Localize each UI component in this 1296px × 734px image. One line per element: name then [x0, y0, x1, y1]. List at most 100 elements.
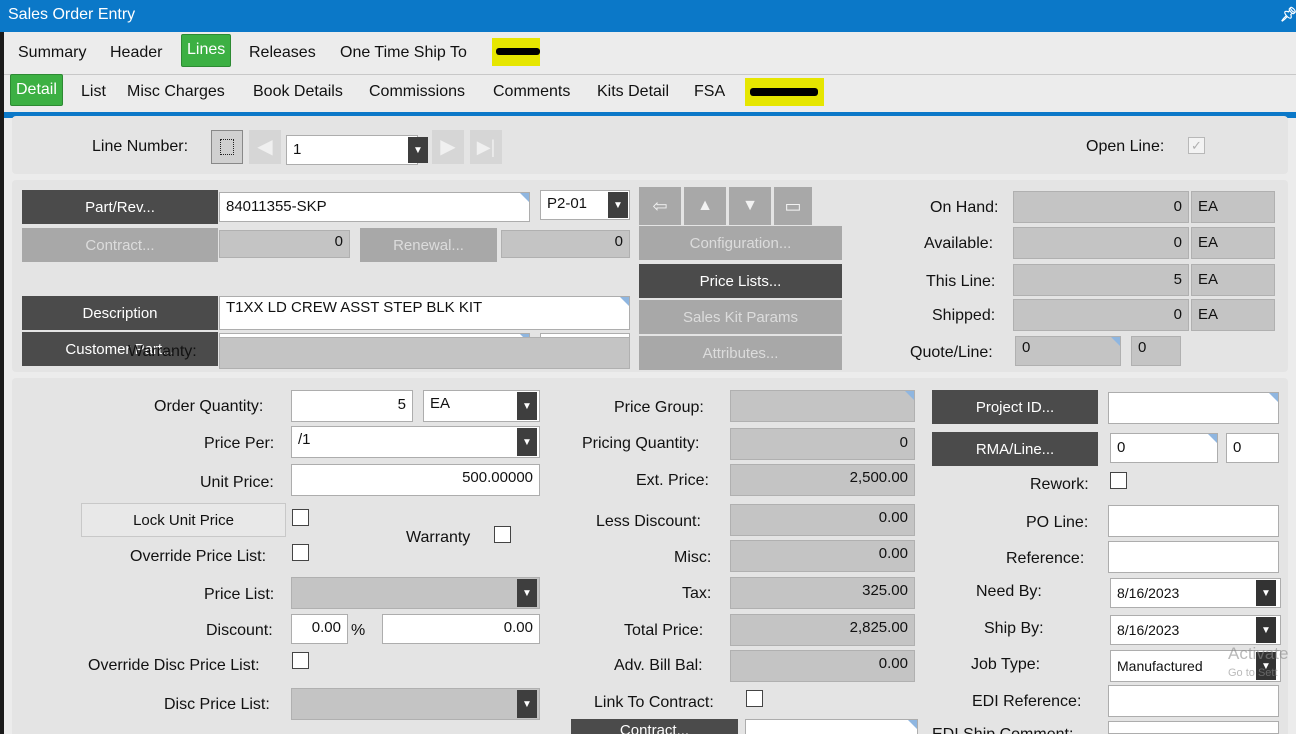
redaction-mark: [750, 88, 818, 96]
tab-header[interactable]: Header: [110, 41, 162, 65]
job-type-label: Job Type:: [971, 656, 1041, 673]
tab-one-time-ship-to[interactable]: One Time Ship To: [340, 41, 467, 65]
edi-ship-comment-label: EDI Ship Comment:: [932, 726, 1073, 734]
configuration-button: Configuration...: [639, 226, 842, 260]
window-title: Sales Order Entry: [8, 6, 136, 23]
attributes-button: Attributes...: [639, 336, 842, 370]
move-down-icon: ▼: [729, 187, 771, 225]
chevron-down-icon[interactable]: ▼: [608, 192, 628, 218]
subtab-misc-charges[interactable]: Misc Charges: [127, 80, 225, 104]
rework-checkbox[interactable]: [1110, 472, 1127, 489]
project-id-input[interactable]: [1108, 392, 1279, 424]
subtab-detail[interactable]: Detail: [10, 74, 63, 106]
chevron-down-icon[interactable]: ▼: [517, 392, 537, 420]
subtab-commissions[interactable]: Commissions: [369, 80, 465, 104]
unit-price-input[interactable]: 500.00000: [291, 464, 540, 496]
chevron-down-icon[interactable]: ▼: [408, 137, 428, 163]
discount-percent-input[interactable]: 0.00: [291, 614, 348, 644]
subtab-fsa[interactable]: FSA: [694, 80, 725, 104]
subtab-book-details[interactable]: Book Details: [253, 80, 343, 104]
lock-unit-price-checkbox[interactable]: [292, 509, 309, 526]
override-price-list-label: Override Price List:: [130, 548, 267, 565]
tab-lines[interactable]: Lines: [181, 34, 232, 67]
chevron-down-icon: ▼: [517, 690, 537, 718]
po-line-label: PO Line:: [1026, 514, 1089, 531]
edi-reference-input[interactable]: [1108, 685, 1279, 717]
contract-lookup-input[interactable]: [745, 719, 918, 734]
price-per-select[interactable]: /1: [291, 426, 540, 458]
misc-label: Misc:: [674, 549, 712, 566]
line-nav-panel: Line Number: ◀ 1 ▼ ▶ ▶| Open Line: ✓: [12, 116, 1288, 174]
rma-input[interactable]: 0: [1110, 433, 1218, 463]
part-number-input[interactable]: 84011355-SKP: [219, 192, 530, 222]
contract-lookup-button[interactable]: Contract...: [571, 719, 738, 734]
next-record-icon[interactable]: ▶: [432, 130, 464, 164]
price-lists-button[interactable]: Price Lists...: [639, 264, 842, 298]
description-input[interactable]: T1XX LD CREW ASST STEP BLK KIT: [219, 296, 630, 330]
pricing-quantity-value: 0: [730, 428, 915, 460]
quote-line-label: Quote/Line:: [910, 344, 993, 361]
chevron-down-icon[interactable]: ▼: [517, 428, 537, 456]
rework-label: Rework:: [1030, 476, 1089, 493]
subtab-kits-detail[interactable]: Kits Detail: [597, 80, 669, 104]
copy-icon: ⇦: [639, 187, 681, 225]
line-number-select[interactable]: 1: [286, 135, 418, 165]
first-record-icon[interactable]: [211, 130, 243, 164]
calendar-dropdown-icon[interactable]: ▼: [1256, 580, 1276, 606]
tab-summary[interactable]: Summary: [18, 41, 86, 65]
contract-button: Contract...: [22, 228, 218, 262]
sales-kit-params-button: Sales Kit Params: [639, 300, 842, 334]
total-price-label: Total Price:: [624, 622, 704, 639]
on-hand-label: On Hand:: [930, 199, 999, 216]
renewal-value: 0: [501, 230, 630, 258]
less-discount-value: 0.00: [730, 504, 915, 536]
less-discount-label: Less Discount:: [596, 513, 701, 530]
project-id-button[interactable]: Project ID...: [932, 390, 1098, 424]
tax-value: 325.00: [730, 577, 915, 609]
activate-watermark: Activate: [1228, 644, 1289, 663]
shipped-label: Shipped:: [932, 307, 996, 324]
lock-unit-price-button[interactable]: Lock Unit Price: [81, 503, 286, 537]
warranty-label: Warranty:: [128, 343, 197, 360]
reference-input[interactable]: [1108, 541, 1279, 573]
ext-price-label: Ext. Price:: [636, 472, 709, 489]
renewal-button: Renewal...: [360, 228, 497, 262]
disc-price-list-select: [291, 688, 540, 720]
po-line-input[interactable]: [1108, 505, 1279, 537]
rma-line-input[interactable]: 0: [1226, 433, 1279, 463]
warranty-checkbox[interactable]: [494, 526, 511, 543]
prev-record-icon[interactable]: ◀: [249, 130, 281, 164]
reference-label: Reference:: [1006, 550, 1085, 567]
override-disc-price-list-checkbox[interactable]: [292, 652, 309, 669]
pin-icon[interactable]: 📌︎: [1280, 6, 1296, 23]
available-value: 0: [1013, 227, 1189, 259]
chevron-down-icon: ▼: [517, 579, 537, 607]
link-to-contract-checkbox[interactable]: [746, 690, 763, 707]
title-bar: Sales Order Entry 📌︎: [0, 0, 1296, 32]
order-quantity-input[interactable]: 5: [291, 390, 413, 422]
rma-line-button[interactable]: RMA/Line...: [932, 432, 1098, 466]
activate-watermark-sub: Go to Sett: [1228, 667, 1278, 679]
part-rev-button[interactable]: Part/Rev...: [22, 190, 218, 224]
order-quantity-label: Order Quantity:: [154, 398, 264, 415]
on-hand-uom: EA: [1191, 191, 1275, 223]
description-button[interactable]: Description: [22, 296, 218, 330]
misc-value: 0.00: [730, 540, 915, 572]
price-group-label: Price Group:: [614, 399, 704, 416]
tab-releases[interactable]: Releases: [249, 41, 316, 65]
form-body: Summary Header Lines Releases One Time S…: [4, 32, 1296, 734]
move-up-icon: ▲: [684, 187, 726, 225]
edi-ship-comment-input[interactable]: [1108, 721, 1279, 734]
quote-value: 0: [1015, 336, 1121, 366]
warranty-checkbox-label: Warranty: [406, 529, 471, 546]
unit-price-label: Unit Price:: [200, 474, 274, 491]
percent-symbol: %: [351, 622, 366, 639]
subtab-comments[interactable]: Comments: [493, 80, 570, 104]
last-record-icon[interactable]: ▶|: [470, 130, 502, 164]
override-price-list-checkbox[interactable]: [292, 544, 309, 561]
subtab-list[interactable]: List: [81, 80, 106, 104]
discount-amount-input[interactable]: 0.00: [382, 614, 540, 644]
adv-bill-bal-label: Adv. Bill Bal:: [614, 657, 703, 674]
edi-reference-label: EDI Reference:: [972, 693, 1082, 710]
calendar-dropdown-icon[interactable]: ▼: [1256, 617, 1276, 643]
